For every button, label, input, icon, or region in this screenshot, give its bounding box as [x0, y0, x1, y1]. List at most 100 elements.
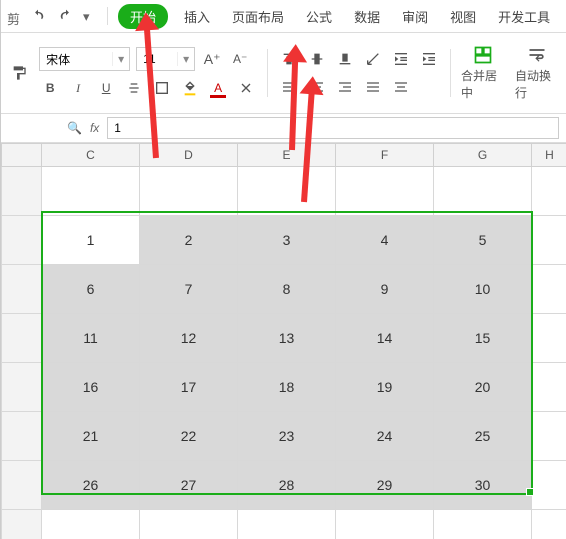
cell[interactable]: 8 — [238, 265, 336, 314]
cell[interactable]: 29 — [336, 461, 434, 510]
row-header[interactable] — [2, 314, 42, 363]
tab-view[interactable]: 视图 — [444, 3, 482, 30]
cell[interactable]: 30 — [434, 461, 532, 510]
cell[interactable] — [532, 167, 566, 216]
cell[interactable] — [42, 167, 140, 216]
cell[interactable] — [434, 167, 532, 216]
cell[interactable] — [42, 510, 140, 539]
cell[interactable]: 24 — [336, 412, 434, 461]
cell[interactable] — [336, 510, 434, 539]
tab-data[interactable]: 数据 — [348, 3, 386, 30]
cell[interactable]: 21 — [42, 412, 140, 461]
cell[interactable] — [532, 314, 566, 363]
cell[interactable]: 14 — [336, 314, 434, 363]
col-header[interactable]: H — [532, 144, 566, 167]
cell[interactable] — [532, 363, 566, 412]
chevron-down-icon[interactable]: ▾ — [112, 52, 129, 66]
cell[interactable] — [532, 461, 566, 510]
undo-button[interactable] — [27, 5, 49, 27]
indent-increase-button[interactable] — [418, 48, 440, 70]
tab-page-layout[interactable]: 页面布局 — [226, 3, 290, 30]
merge-center-button[interactable]: 合并居中 — [461, 45, 505, 101]
cell[interactable]: 28 — [238, 461, 336, 510]
cell[interactable] — [238, 167, 336, 216]
indent-decrease-button[interactable] — [390, 48, 412, 70]
cell[interactable]: 6 — [42, 265, 140, 314]
tab-insert[interactable]: 插入 — [178, 3, 216, 30]
font-name-combo[interactable]: ▾ — [39, 47, 130, 71]
cell[interactable]: 15 — [434, 314, 532, 363]
strikethrough-button[interactable] — [123, 77, 145, 99]
row-header[interactable] — [2, 412, 42, 461]
bold-button[interactable]: B — [39, 77, 61, 99]
distribute-button[interactable] — [390, 76, 412, 98]
fill-handle[interactable] — [526, 488, 534, 496]
col-header[interactable]: C — [42, 144, 140, 167]
underline-button[interactable]: U — [95, 77, 117, 99]
cell[interactable]: 9 — [336, 265, 434, 314]
format-painter-button[interactable] — [9, 62, 29, 84]
formula-input[interactable] — [107, 117, 559, 139]
cell[interactable] — [532, 412, 566, 461]
cell[interactable]: 25 — [434, 412, 532, 461]
cell[interactable]: 1 — [42, 216, 140, 265]
justify-button[interactable] — [362, 76, 384, 98]
decrease-font-button[interactable]: A⁻ — [229, 48, 251, 70]
col-header[interactable]: F — [336, 144, 434, 167]
cell[interactable]: 18 — [238, 363, 336, 412]
cell[interactable]: 19 — [336, 363, 434, 412]
chevron-down-icon[interactable]: ▾ — [177, 52, 194, 66]
row-header[interactable] — [2, 265, 42, 314]
italic-button[interactable]: I — [67, 77, 89, 99]
cell[interactable]: 23 — [238, 412, 336, 461]
tab-formula[interactable]: 公式 — [300, 3, 338, 30]
cell[interactable]: 16 — [42, 363, 140, 412]
font-size-input[interactable] — [137, 52, 177, 66]
cell[interactable]: 4 — [336, 216, 434, 265]
cell[interactable]: 27 — [140, 461, 238, 510]
cell[interactable]: 13 — [238, 314, 336, 363]
cell[interactable]: 3 — [238, 216, 336, 265]
corner-cell[interactable] — [2, 144, 42, 167]
cell[interactable]: 11 — [42, 314, 140, 363]
align-bottom-button[interactable] — [334, 48, 356, 70]
fx-label[interactable]: fx — [90, 121, 99, 135]
cell[interactable]: 7 — [140, 265, 238, 314]
spreadsheet-grid[interactable]: C D E F G H 1 2 3 4 5 — [1, 143, 566, 539]
tab-review[interactable]: 审阅 — [396, 3, 434, 30]
orientation-button[interactable] — [362, 48, 384, 70]
align-right-button[interactable] — [334, 76, 356, 98]
align-middle-button[interactable] — [306, 48, 328, 70]
cell[interactable]: 17 — [140, 363, 238, 412]
cell[interactable] — [140, 510, 238, 539]
cell[interactable]: 5 — [434, 216, 532, 265]
cell[interactable] — [532, 216, 566, 265]
increase-font-button[interactable]: A⁺ — [201, 48, 223, 70]
row-header[interactable] — [2, 461, 42, 510]
row-header[interactable] — [2, 216, 42, 265]
cell[interactable]: 20 — [434, 363, 532, 412]
redo-button[interactable] — [55, 5, 77, 27]
font-color-button[interactable]: A — [207, 77, 229, 99]
cell[interactable]: 12 — [140, 314, 238, 363]
col-header[interactable]: E — [238, 144, 336, 167]
fill-color-button[interactable] — [179, 77, 201, 99]
magnify-icon[interactable]: 🔍 — [67, 121, 82, 135]
cell[interactable] — [532, 265, 566, 314]
cell[interactable] — [434, 510, 532, 539]
tab-devtools[interactable]: 开发工具 — [492, 3, 556, 30]
cell[interactable]: 10 — [434, 265, 532, 314]
cell[interactable]: 22 — [140, 412, 238, 461]
row-header[interactable] — [2, 510, 42, 539]
wrap-text-button[interactable]: 自动换行 — [515, 45, 559, 101]
cell[interactable] — [140, 167, 238, 216]
cell[interactable]: 2 — [140, 216, 238, 265]
cell[interactable] — [336, 167, 434, 216]
font-name-input[interactable] — [40, 52, 112, 66]
clear-format-button[interactable] — [235, 77, 257, 99]
cell[interactable] — [238, 510, 336, 539]
cell[interactable] — [532, 510, 566, 539]
col-header[interactable]: G — [434, 144, 532, 167]
row-header[interactable] — [2, 167, 42, 216]
row-header[interactable] — [2, 363, 42, 412]
